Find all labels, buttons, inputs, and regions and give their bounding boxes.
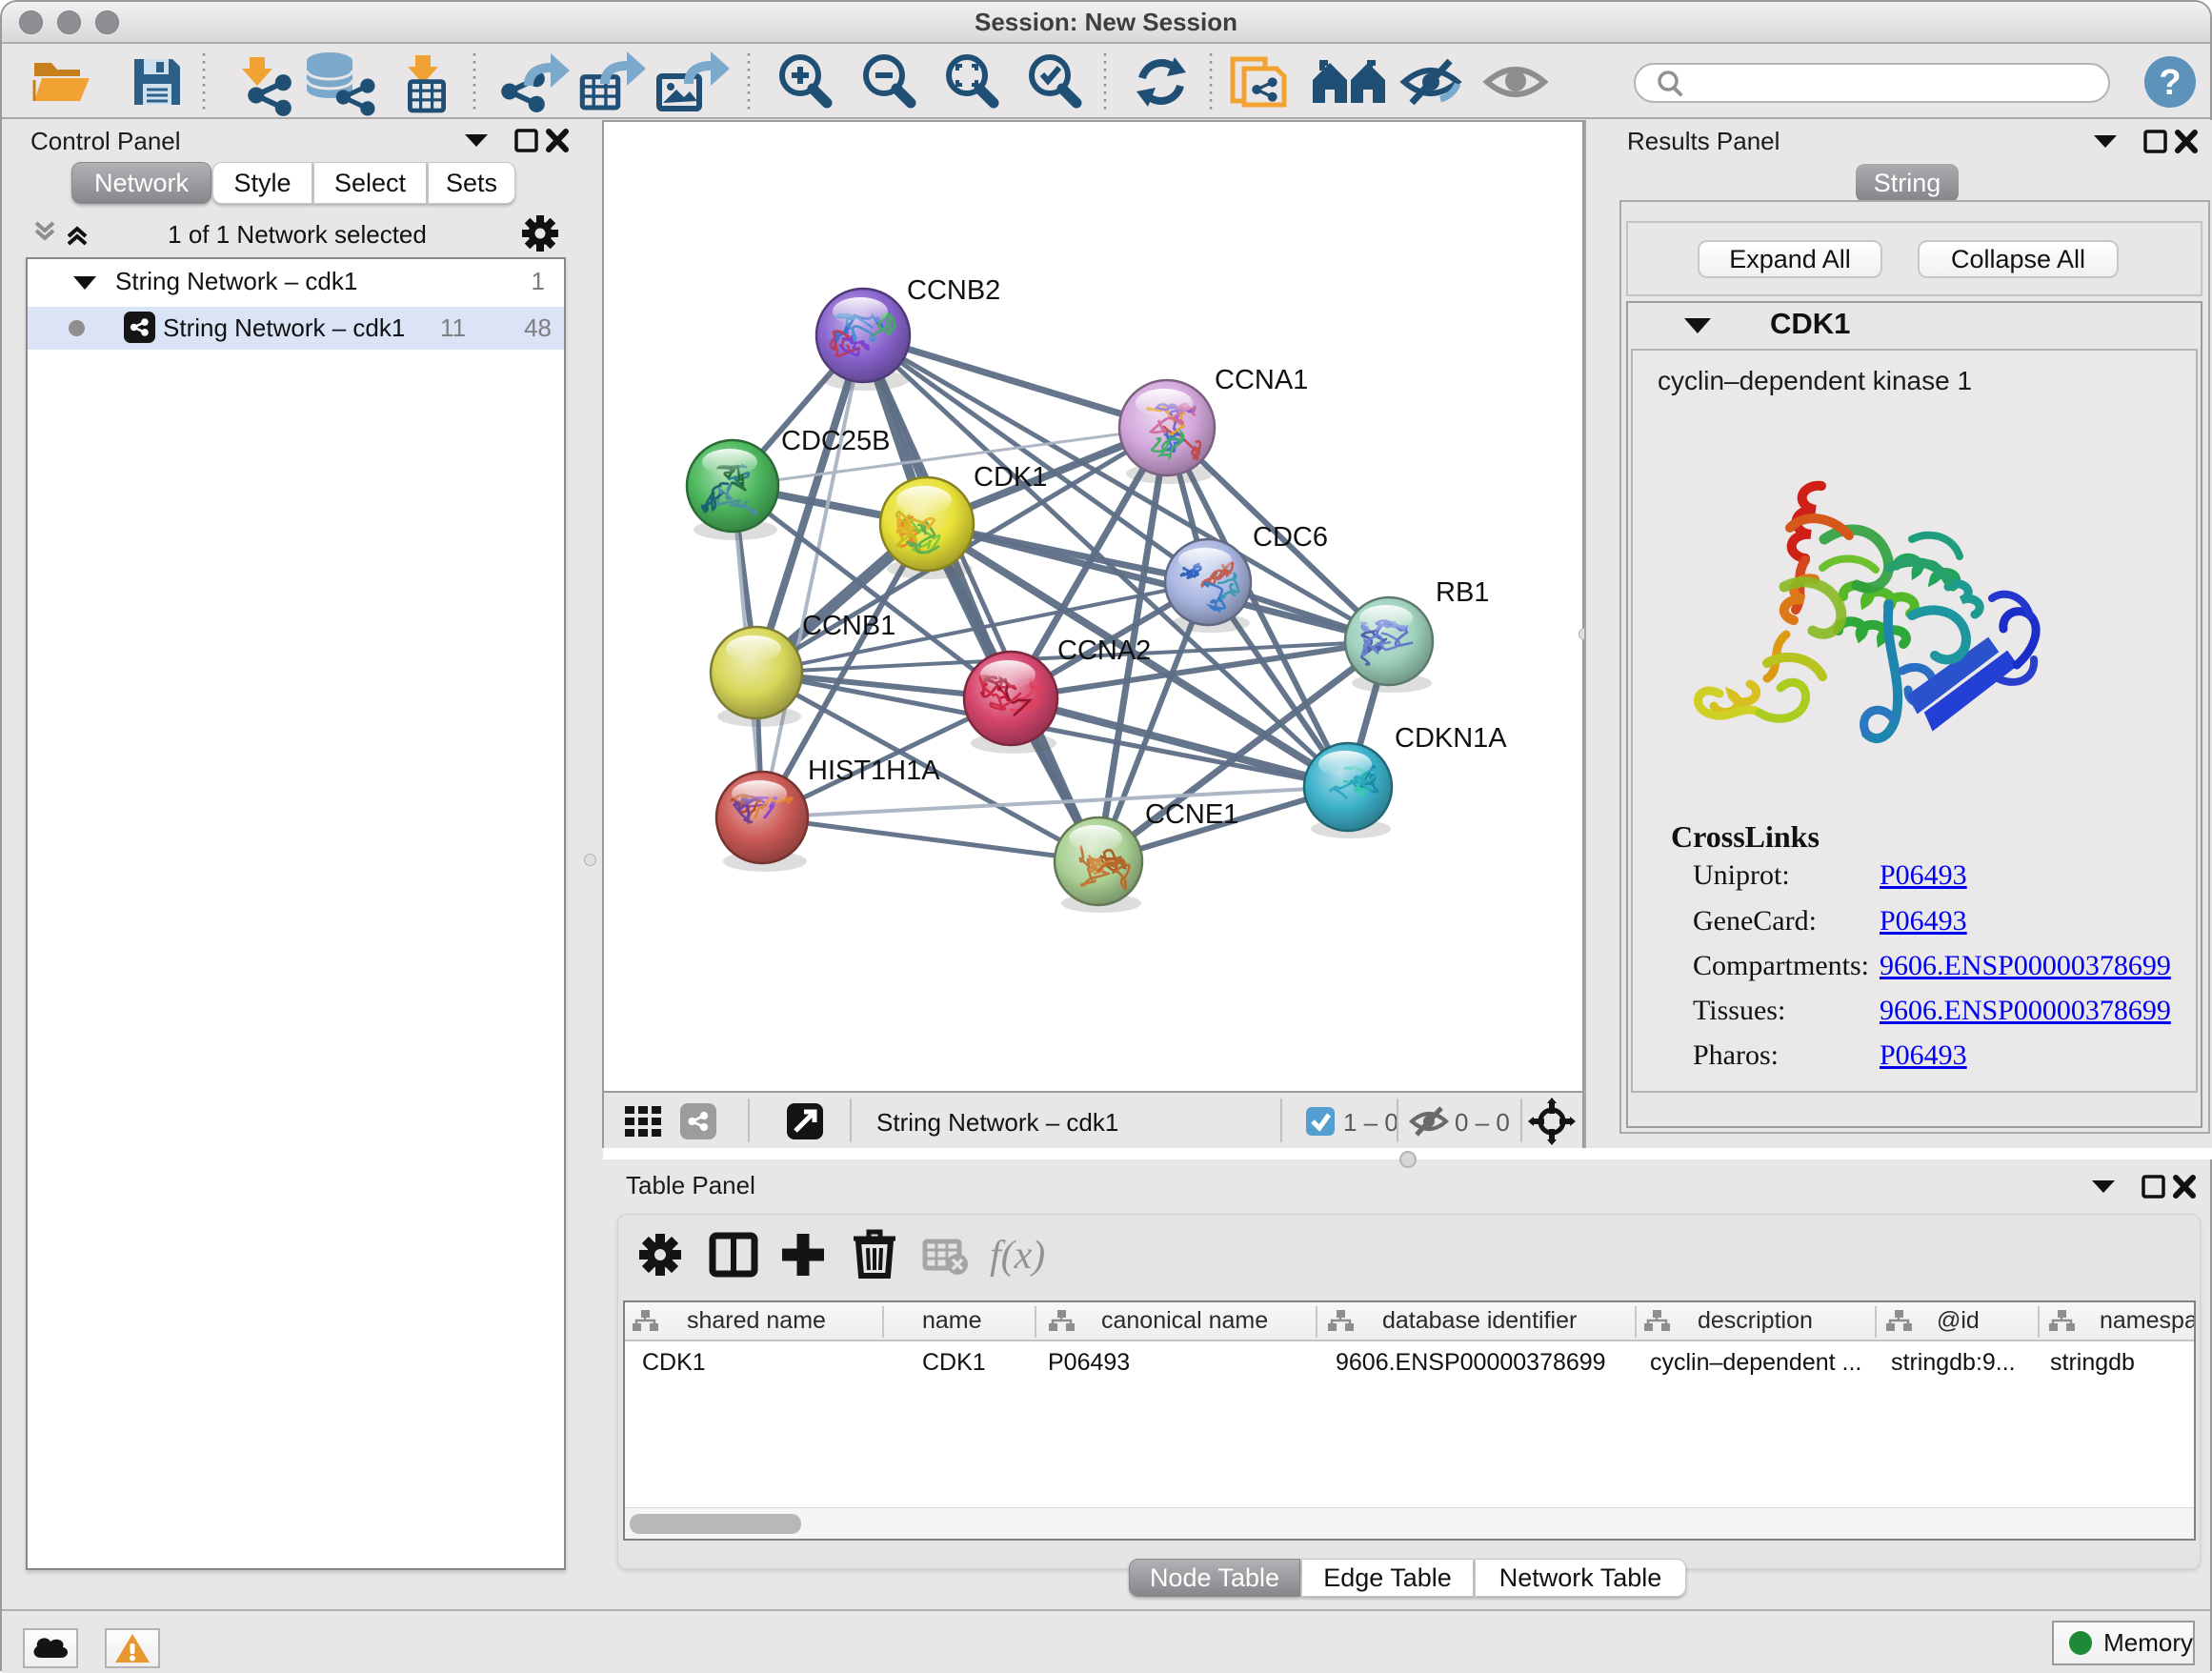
- svg-text:?: ?: [2159, 63, 2181, 103]
- svg-text:1 – 0: 1 – 0: [1343, 1108, 1398, 1137]
- svg-text:CCNA1: CCNA1: [1215, 365, 1308, 395]
- svg-text:CCNB2: CCNB2: [907, 275, 1000, 306]
- svg-text:CCNB1: CCNB1: [802, 611, 895, 641]
- svg-text:f(x): f(x): [990, 1234, 1045, 1278]
- svg-text:0 – 0: 0 – 0: [1455, 1108, 1510, 1137]
- svg-text:HIST1H1A: HIST1H1A: [808, 756, 940, 786]
- svg-text:CDC25B: CDC25B: [781, 426, 890, 456]
- svg-text:CDK1: CDK1: [974, 462, 1047, 493]
- svg-text:CCNE1: CCNE1: [1145, 799, 1238, 830]
- svg-text:CDKN1A: CDKN1A: [1395, 723, 1507, 754]
- svg-text:String Network – cdk1: String Network – cdk1: [876, 1108, 1118, 1137]
- svg-text:CCNA2: CCNA2: [1057, 635, 1151, 666]
- svg-text:CDC6: CDC6: [1253, 522, 1328, 553]
- svg-text:RB1: RB1: [1436, 577, 1489, 608]
